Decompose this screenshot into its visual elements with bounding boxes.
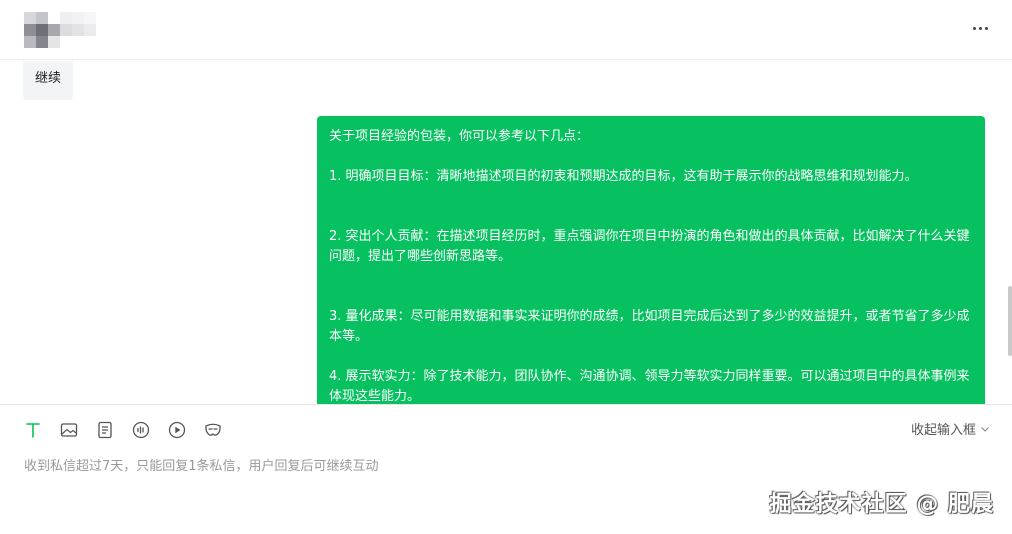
message-intro: 关于项目经验的包装，你可以参考以下几点： [329,129,590,144]
message-point-2: 2. 突出个人贡献：在描述项目经历时，重点强调你在项目中扮演的角色和做出的具体贡… [329,229,970,264]
more-dot [984,26,988,30]
previous-message-bubble: 继续 [23,61,74,100]
chat-area[interactable]: 继续 关于项目经验的包装，你可以参考以下几点： 1. 明确项目目标：清晰地描述项… [0,61,1012,404]
more-horizontal-icon [972,26,976,30]
audio-tool-button[interactable] [130,419,152,441]
mask-tool-button[interactable] [202,419,224,441]
more-options-button[interactable] [970,18,990,38]
chat-header [0,0,1012,60]
document-tool-button[interactable] [94,419,116,441]
scrollbar-thumb[interactable] [1008,286,1012,356]
collapse-input-button[interactable]: 收起输入框 [911,419,990,438]
document-icon [98,421,112,439]
input-toolbar: 收起输入框 收到私信超过7天，只能回复1条私信，用户回复后可继续互动 掘金技术社… [0,404,1012,534]
text-tool-button[interactable] [22,419,44,441]
message-point-3: 3. 量化成果：尽可能用数据和事实来证明你的成绩，比如项目完成后达到了多少的效益… [329,309,970,344]
message-point-4: 4. 展示软实力：除了技术能力，团队协作、沟通协调、领导力等软实力同样重要。可以… [329,369,970,404]
collapse-input-label: 收起输入框 [910,423,976,438]
audio-icon [132,421,150,439]
text-icon [26,423,40,438]
video-icon [168,421,186,439]
chevron-down-icon [980,424,990,434]
reply-limit-notice: 收到私信超过7天，只能回复1条私信，用户回复后可继续互动 [24,459,379,474]
image-icon [60,423,78,437]
tool-buttons [22,419,224,441]
image-tool-button[interactable] [58,419,80,441]
video-tool-button[interactable] [166,419,188,441]
message-point-1: 1. 明确项目目标：清晰地描述项目的初衷和预期达成的目标，这有助于展示你的战略思… [329,169,918,184]
message-bubble: 关于项目经验的包装，你可以参考以下几点： 1. 明确项目目标：清晰地描述项目的初… [317,116,985,404]
more-dot [978,26,982,30]
mask-icon [205,423,221,436]
watermark: 掘金技术社区 @ 肥晨 [769,492,994,517]
blurred-avatar [24,12,96,48]
